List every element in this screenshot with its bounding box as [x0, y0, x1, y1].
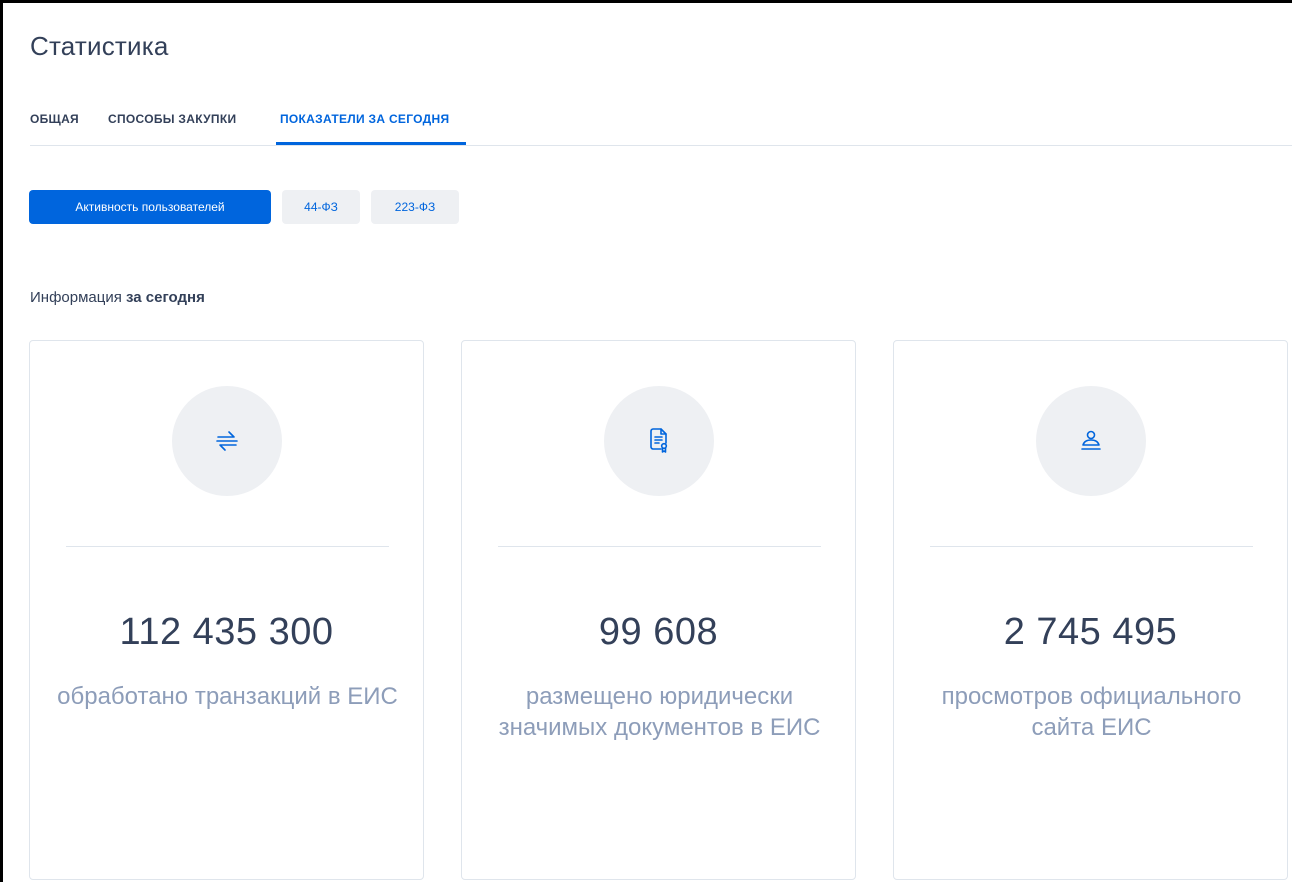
stat-label: размещено юридически значимых документов…	[498, 683, 821, 741]
filter-44fz-button[interactable]: 44-ФЗ	[282, 190, 360, 224]
tab-bar: ОБЩАЯ СПОСОБЫ ЗАКУПКИ ПОКАЗАТЕЛИ ЗА СЕГО…	[30, 107, 1292, 146]
icon-circle	[604, 386, 714, 496]
card-divider	[498, 546, 821, 547]
transactions-icon	[216, 431, 238, 451]
stat-card-site-views: 2 745 495 просмотров официального сайта …	[893, 340, 1288, 880]
filter-user-activity-button[interactable]: Активность пользователей	[29, 190, 271, 224]
icon-circle	[1036, 386, 1146, 496]
stat-card-documents: 99 608 размещено юридически значимых док…	[461, 340, 856, 880]
card-divider	[930, 546, 1253, 547]
icon-circle	[172, 386, 282, 496]
page-title: Статистика	[30, 31, 169, 61]
statistics-page: Статистика ОБЩАЯ СПОСОБЫ ЗАКУПКИ ПОКАЗАТ…	[0, 0, 1292, 882]
tab-general[interactable]: ОБЩАЯ	[30, 112, 79, 126]
stat-card-transactions: 112 435 300 обработано транзакций в ЕИС	[29, 340, 424, 880]
filter-223fz-button[interactable]: 223-ФЗ	[371, 190, 459, 224]
user-icon	[1081, 430, 1101, 450]
stat-value: 2 745 495	[1003, 611, 1178, 653]
stat-label: просмотров официального сайта ЕИС	[941, 683, 1242, 741]
stat-label: обработано транзакций в ЕИС	[57, 683, 398, 710]
section-heading-bold: за сегодня	[126, 289, 205, 306]
stat-value: 112 435 300	[119, 611, 334, 653]
tab-today-indicators[interactable]: ПОКАЗАТЕЛИ ЗА СЕГОДНЯ	[280, 112, 449, 126]
section-heading: Информация за сегодня	[30, 289, 205, 306]
section-heading-prefix: Информация	[30, 289, 127, 306]
active-tab-indicator	[276, 142, 466, 145]
tab-procurement-methods[interactable]: СПОСОБЫ ЗАКУПКИ	[108, 112, 236, 126]
stat-value: 99 608	[598, 611, 719, 653]
card-divider	[66, 546, 389, 547]
document-certificate-icon	[650, 428, 668, 453]
